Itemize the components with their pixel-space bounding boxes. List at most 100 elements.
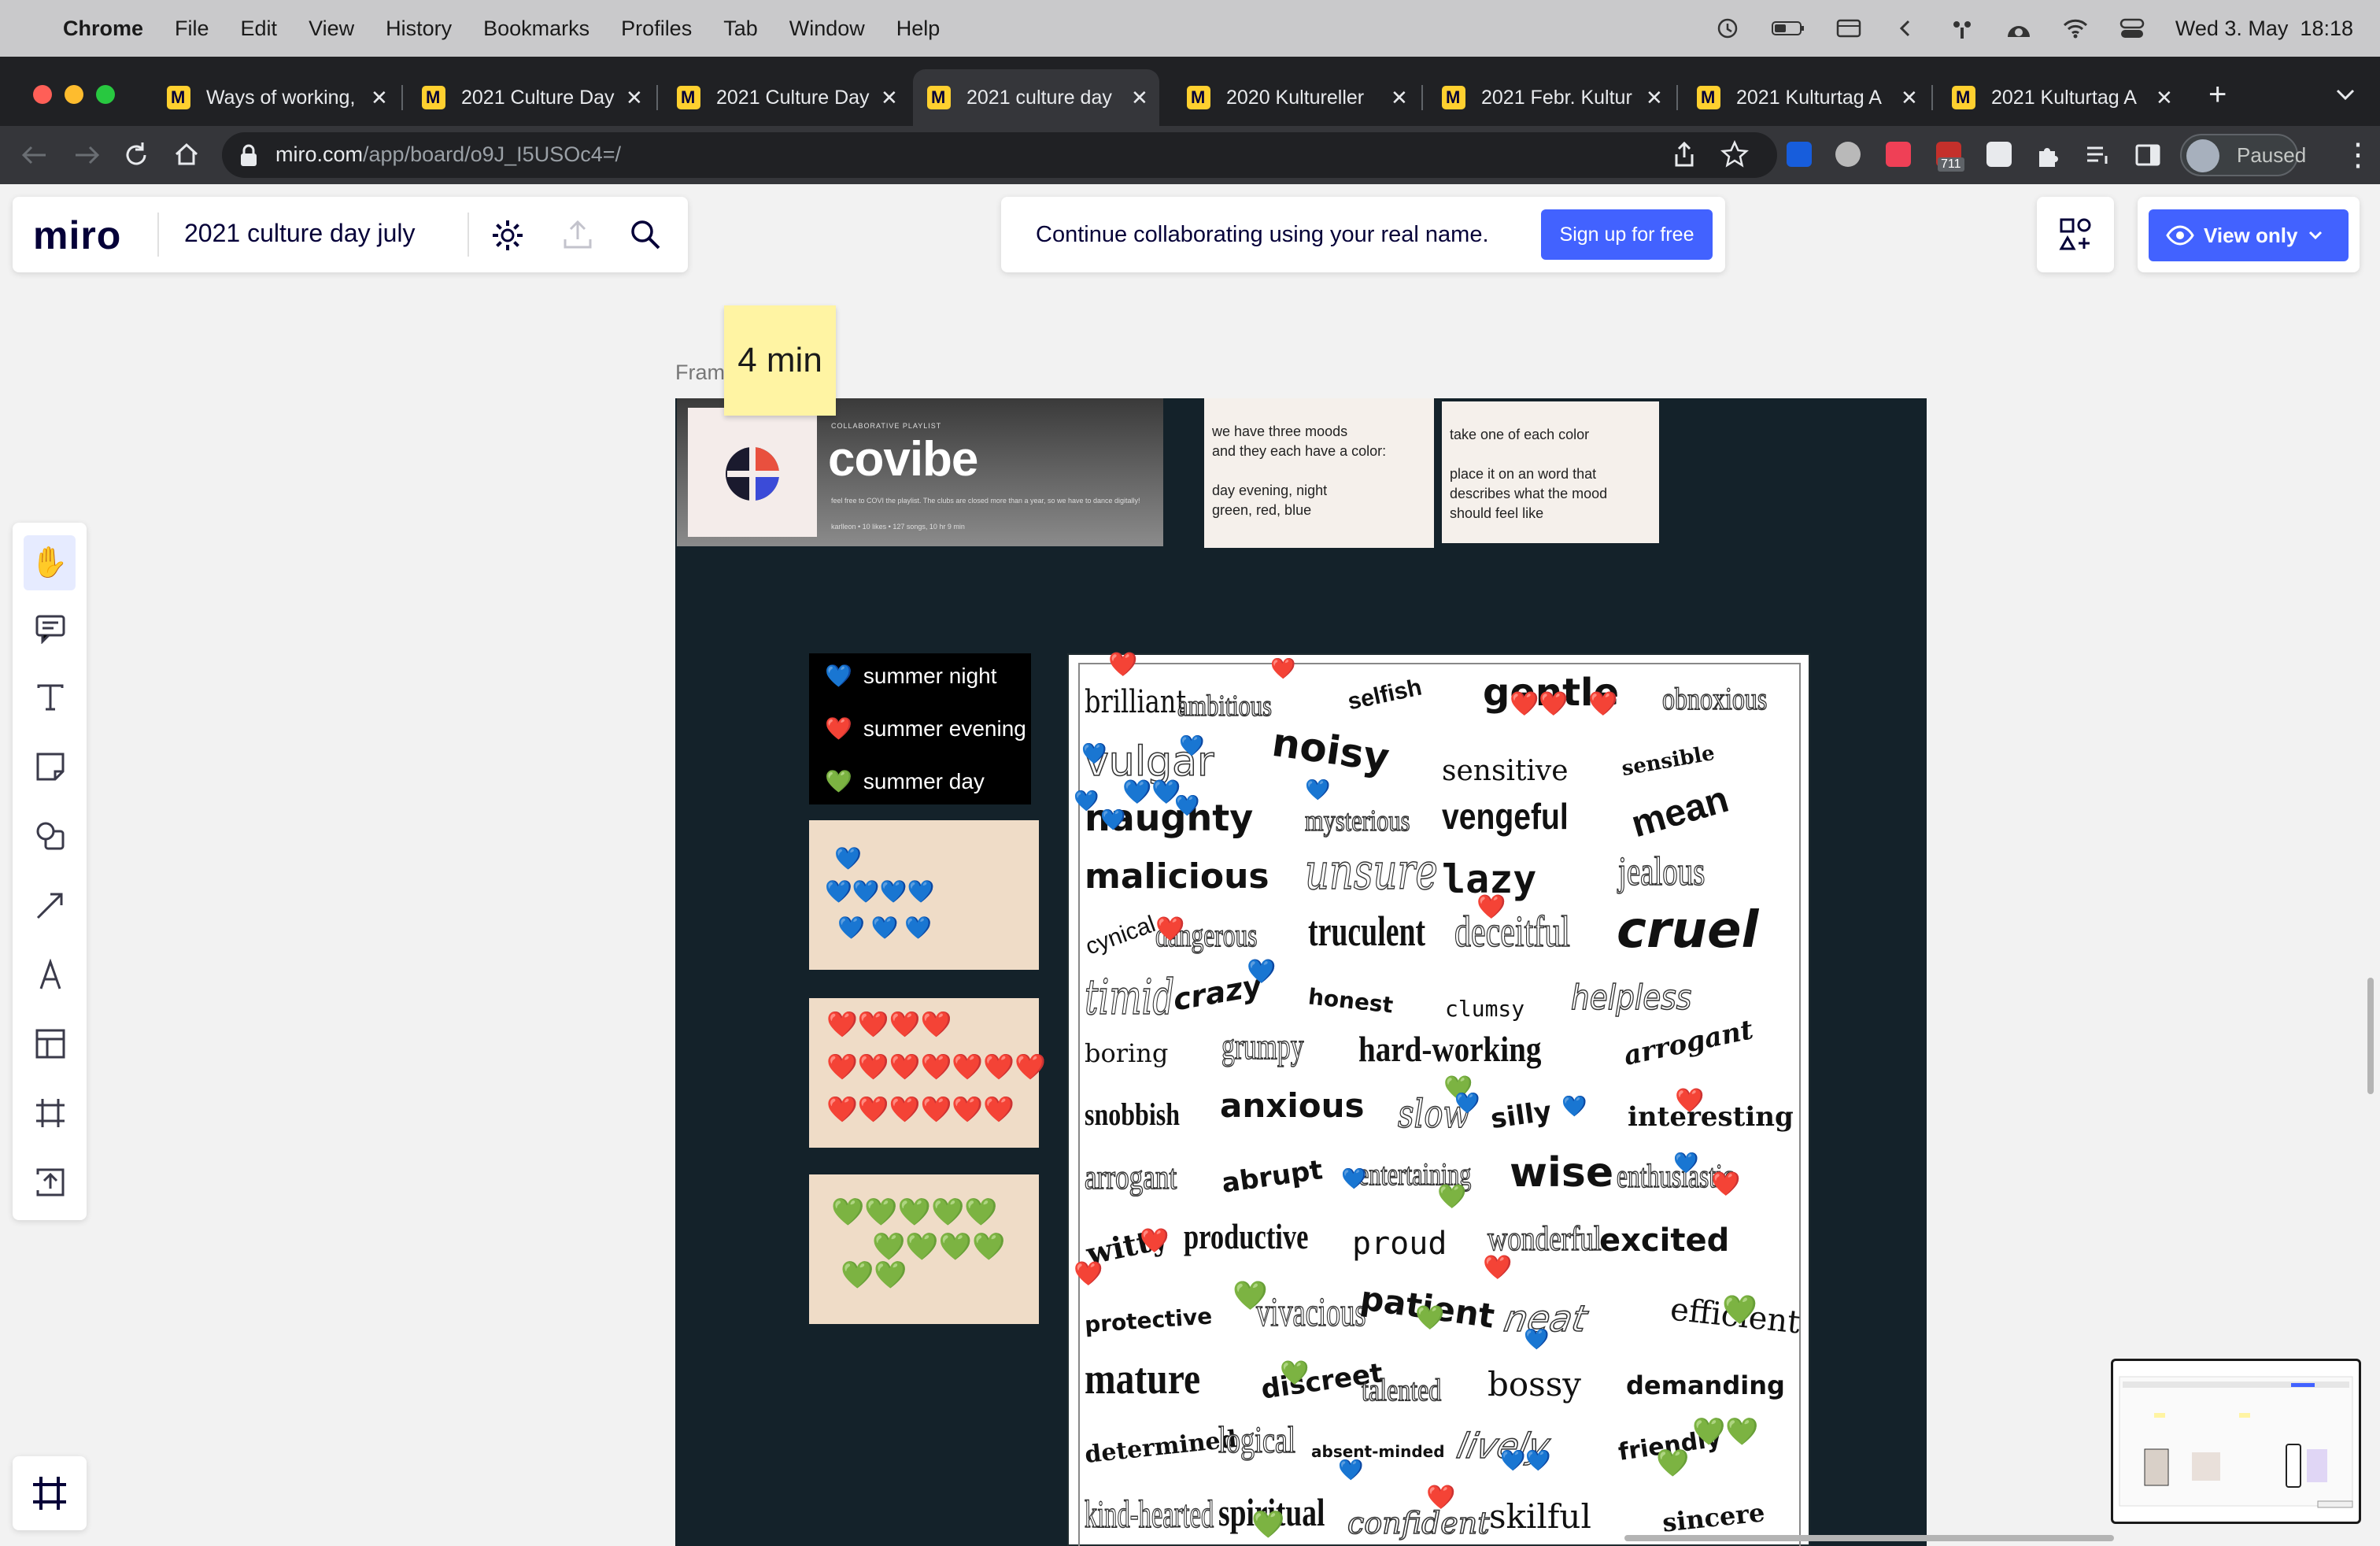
close-tab-icon[interactable]: ✕ [371, 86, 388, 110]
covibe-playlist-card[interactable]: COLLABORATIVE PLAYLIST covibe feel free … [677, 398, 1163, 546]
close-window-button[interactable] [33, 85, 52, 104]
red-heart-icon: ❤️❤️ [1510, 691, 1569, 717]
mood-legend[interactable]: 💙 summer night ❤️ summer evening 💚 summer d… [809, 653, 1031, 804]
bitwarden-extension-icon[interactable] [1787, 142, 1812, 167]
browser-tab[interactable]: 2021 Culture Day✕ [663, 69, 898, 126]
shapes-tool-icon[interactable] [31, 817, 69, 855]
blue-hearts-box[interactable]: 💙 💙💙💙💙 💙 💙 💙 [809, 820, 1039, 970]
green-hearts-box[interactable]: 💚💚💚💚💚 💚💚💚💚 💚💚 [809, 1174, 1039, 1324]
settings-gear-icon[interactable] [490, 217, 526, 253]
adjectives-word-board[interactable]: brilliant ambitious selfish gentle obnox… [1067, 653, 1810, 1546]
text-tool-icon[interactable] [31, 679, 69, 716]
close-tab-icon[interactable]: ✕ [1901, 86, 1918, 110]
vertical-scrollbar[interactable] [2367, 978, 2374, 1094]
frames-list-icon[interactable] [13, 1456, 87, 1530]
close-tab-icon[interactable]: ✕ [1391, 86, 1408, 110]
close-tab-icon[interactable]: ✕ [1646, 86, 1663, 110]
chevron-left-icon[interactable] [1892, 17, 1919, 40]
menu-file[interactable]: File [175, 17, 209, 41]
display-icon[interactable] [1835, 17, 1862, 40]
menu-help[interactable]: Help [896, 17, 941, 41]
url-text[interactable]: miro.com/app/board/o9J_I5USOc4=/ [275, 142, 621, 167]
browser-tab[interactable]: 2021 Kulturtag A✕ [1683, 69, 1918, 126]
clock[interactable]: Wed 3. May 18:18 [2175, 17, 2353, 41]
vpn-icon[interactable] [2005, 17, 2032, 40]
puzzle-extensions-icon[interactable] [2035, 142, 2062, 168]
upload-icon[interactable] [31, 1163, 69, 1201]
export-upload-icon[interactable] [560, 217, 595, 252]
apps-add-icon[interactable] [2059, 217, 2094, 252]
minimize-window-button[interactable] [65, 85, 83, 104]
menu-tab[interactable]: Tab [723, 17, 758, 41]
extension-icon[interactable] [1986, 142, 2012, 167]
menu-history[interactable]: History [386, 17, 452, 41]
close-tab-icon[interactable]: ✕ [626, 86, 643, 110]
hand-tool-icon[interactable]: ✋ [24, 535, 76, 590]
battery-icon[interactable] [1771, 17, 1805, 40]
connection-line-icon[interactable] [31, 886, 69, 924]
instructions-note[interactable]: take one of each color place it on an wo… [1442, 401, 1659, 543]
browser-tab[interactable]: 2021 Kulturtag A✕ [1938, 69, 2173, 126]
pocket-extension-icon[interactable] [1886, 142, 1911, 167]
home-icon[interactable] [172, 140, 201, 170]
menu-window[interactable]: Window [789, 17, 865, 41]
board-name[interactable]: 2021 culture day july [184, 219, 416, 248]
close-tab-icon[interactable]: ✕ [1131, 86, 1148, 110]
side-panel-icon[interactable] [2134, 142, 2161, 168]
extension-icon[interactable] [1835, 142, 1861, 167]
green-heart-icon: 💚 [1437, 1184, 1467, 1210]
menu-bookmarks[interactable]: Bookmarks [483, 17, 589, 41]
reading-list-icon[interactable] [2084, 142, 2111, 168]
word: noisy [1269, 719, 1392, 782]
wifi-icon[interactable] [2062, 17, 2089, 40]
browser-tab[interactable]: Ways of working,✕ [153, 69, 388, 126]
close-tab-icon[interactable]: ✕ [2156, 86, 2173, 110]
sign-up-button[interactable]: Sign up for free [1541, 209, 1713, 260]
profile-button[interactable]: Paused [2180, 134, 2306, 176]
board-minimap[interactable] [2111, 1359, 2361, 1524]
network-radar-icon[interactable] [1949, 17, 1975, 40]
moods-note[interactable]: we have three moods and they each have a… [1204, 398, 1434, 548]
control-center-icon[interactable] [2119, 17, 2145, 40]
comment-tool-icon[interactable] [31, 609, 69, 647]
menu-view[interactable]: View [309, 17, 354, 41]
bookmark-star-icon[interactable] [1720, 140, 1749, 168]
word: snobbish [1085, 1097, 1180, 1132]
menu-profiles[interactable]: Profiles [621, 17, 692, 41]
word: cruel [1617, 901, 1759, 960]
miro-logo[interactable]: miro [33, 213, 121, 258]
share-icon[interactable] [1672, 140, 1697, 168]
sticky-note-tool-icon[interactable] [31, 748, 69, 786]
forward-icon[interactable] [71, 143, 102, 167]
browser-tab[interactable]: 2020 Kultureller✕ [1173, 69, 1408, 126]
browser-tab[interactable]: 2021 Culture Day✕ [408, 69, 643, 126]
browser-tab[interactable]: 2021 Febr. Kultur✕ [1428, 69, 1663, 126]
playlist-description: feel free to COVI the playlist. The club… [831, 497, 1140, 505]
pen-tool-icon[interactable] [31, 956, 69, 993]
word: absent-minded [1311, 1442, 1445, 1461]
lock-icon[interactable] [238, 143, 260, 168]
reload-icon[interactable] [121, 140, 151, 170]
back-icon[interactable] [19, 143, 50, 167]
close-tab-icon[interactable]: ✕ [881, 86, 898, 110]
frame-tool-icon[interactable] [31, 1094, 69, 1132]
browser-tab-active[interactable]: 2021 culture day✕ [913, 69, 1159, 126]
menu-edit[interactable]: Edit [241, 17, 278, 41]
more-menu-icon[interactable]: ⋮ [2342, 137, 2374, 173]
zoom-window-button[interactable] [96, 85, 115, 104]
new-tab-icon[interactable]: + [2208, 77, 2227, 113]
blue-heart-icon: 💙💙 [1122, 779, 1181, 805]
menu-app-name[interactable]: Chrome [63, 17, 143, 41]
timer-sticky-note[interactable]: 4 min [724, 305, 836, 416]
horizontal-scrollbar[interactable] [1624, 1535, 2114, 1541]
chevron-down-icon [2309, 231, 2323, 240]
view-only-button[interactable]: View only [2149, 209, 2349, 261]
templates-icon[interactable] [31, 1025, 69, 1063]
search-icon[interactable] [628, 217, 663, 252]
time-machine-icon[interactable] [1714, 17, 1741, 40]
blue-heart-icon: 💙 [1174, 793, 1200, 817]
tab-search-chevron-icon[interactable] [2334, 87, 2356, 102]
avatar [2186, 139, 2219, 172]
red-hearts-box[interactable]: ❤️❤️❤️❤️ ❤️❤️❤️❤️❤️❤️❤️ ❤️❤️❤️❤️❤️❤️ [809, 998, 1046, 1148]
word: ambitious [1177, 690, 1272, 723]
